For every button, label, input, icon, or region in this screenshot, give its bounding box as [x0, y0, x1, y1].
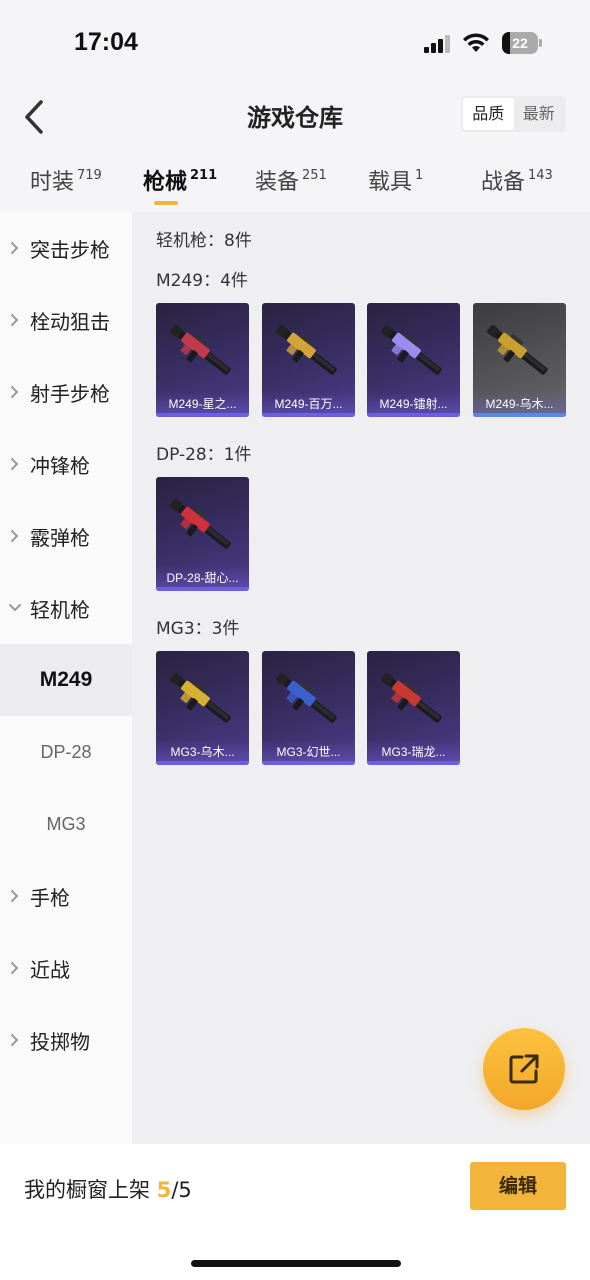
sidebar-category-label: 突击步枪: [30, 237, 110, 262]
status-time: 17:04: [74, 28, 138, 56]
sidebar-category[interactable]: 霰弹枪: [0, 500, 132, 572]
category-tabs: 时装 719 枪械 211 装备 251 载具 1 战备 143: [0, 156, 590, 212]
tab-count: 1: [415, 167, 424, 183]
battery-level: 22: [512, 35, 528, 51]
chevron-right-icon: [0, 1033, 30, 1047]
sidebar-category[interactable]: 投掷物: [0, 1004, 132, 1076]
group-title: MG3：3件: [156, 619, 240, 639]
chevron-down-icon: [0, 603, 30, 613]
showcase-current-count: 5: [156, 1178, 172, 1202]
group-title: M249：4件: [156, 271, 248, 291]
weapon-card[interactable]: DP-28-甜心...: [156, 477, 249, 591]
status-bar: 17:04 22: [0, 0, 590, 88]
cellular-signal-icon: [424, 35, 450, 53]
weapon-card[interactable]: M249-星之...: [156, 303, 249, 417]
chevron-right-icon: [0, 529, 30, 543]
wifi-icon: [463, 33, 489, 52]
tab-weapons[interactable]: 枪械 211: [143, 164, 217, 196]
chevron-right-icon: [0, 241, 30, 255]
sidebar-category[interactable]: 冲锋枪: [0, 428, 132, 500]
sidebar: 突击步枪栓动狙击射手步枪冲锋枪霰弹枪轻机枪 M249 DP-28 MG3 手枪近战投掷物: [0, 212, 132, 1144]
weapon-image: [380, 672, 442, 723]
sidebar-subitem[interactable]: MG3: [0, 788, 132, 860]
weapon-image: [169, 324, 231, 375]
weapon-grid: 轻机枪：8件 M249：4件 M249-星之... M249-百万... M249-镭…: [132, 212, 590, 1144]
sidebar-category[interactable]: 突击步枪: [0, 212, 132, 284]
group-title: DP-28：1件: [156, 445, 252, 465]
sidebar-category-label: 投掷物: [30, 1029, 90, 1054]
category-summary: 轻机枪：8件: [156, 231, 252, 251]
sidebar-category-label: 栓动狙击: [30, 309, 110, 334]
sidebar-category-label: 冲锋枪: [30, 453, 90, 478]
weapon-image: [380, 324, 442, 375]
chevron-right-icon: [0, 457, 30, 471]
sort-option-quality[interactable]: 品质: [463, 98, 514, 130]
weapon-name: MG3-瑞龙...: [381, 745, 446, 759]
weapon-name: M249-乌木...: [485, 397, 554, 411]
sidebar-category[interactable]: 近战: [0, 932, 132, 1004]
sidebar-subitem[interactable]: DP-28: [0, 716, 132, 788]
sort-toggle: 品质 最新: [461, 96, 566, 132]
tab-count: 251: [302, 167, 327, 183]
weapon-card[interactable]: MG3-瑞龙...: [367, 651, 460, 765]
sidebar-category[interactable]: 手枪: [0, 860, 132, 932]
sort-option-newest[interactable]: 最新: [514, 98, 565, 130]
weapon-name: M249-星之...: [168, 397, 237, 411]
sidebar-subitem[interactable]: M249: [0, 644, 132, 716]
weapon-card[interactable]: M249-百万...: [262, 303, 355, 417]
weapon-image: [275, 672, 337, 723]
tab-vehicles[interactable]: 载具 1: [368, 164, 423, 196]
sidebar-category-label: 近战: [30, 957, 70, 982]
sidebar-category-label: 手枪: [30, 885, 70, 910]
weapon-card[interactable]: M249-镭射...: [367, 303, 460, 417]
weapon-name: M249-百万...: [274, 397, 343, 411]
weapon-name: M249-镭射...: [379, 397, 448, 411]
sidebar-category[interactable]: 轻机枪: [0, 572, 132, 644]
sidebar-category-label: 轻机枪: [30, 597, 90, 622]
share-button[interactable]: [483, 1028, 565, 1110]
chevron-right-icon: [0, 313, 30, 327]
sidebar-category[interactable]: 射手步枪: [0, 356, 132, 428]
battery-icon: 22: [502, 32, 542, 54]
weapon-image: [486, 324, 548, 375]
weapon-name: MG3-幻世...: [276, 745, 341, 759]
weapon-card[interactable]: MG3-乌木...: [156, 651, 249, 765]
home-indicator: [191, 1260, 401, 1267]
chevron-right-icon: [0, 961, 30, 975]
sidebar-category-label: 射手步枪: [30, 381, 110, 406]
bottom-bar: 我的橱窗上架 5/5 编辑: [0, 1144, 590, 1280]
nav-bar: 游戏仓库 品质 最新: [0, 88, 590, 148]
tab-fashion[interactable]: 时装 719: [30, 164, 102, 196]
weapon-name: DP-28-甜心...: [166, 571, 239, 585]
showcase-status: 我的橱窗上架 5/5: [24, 1178, 192, 1202]
tab-equipment[interactable]: 装备 251: [255, 164, 327, 196]
weapon-card[interactable]: MG3-幻世...: [262, 651, 355, 765]
weapon-card[interactable]: M249-乌木...: [473, 303, 566, 417]
active-tab-indicator: [154, 201, 178, 205]
weapon-image: [275, 324, 337, 375]
edit-button[interactable]: 编辑: [470, 1162, 566, 1210]
tab-count: 719: [77, 167, 102, 183]
weapon-image: [169, 498, 231, 549]
tab-count: 211: [190, 167, 218, 183]
tab-supplies[interactable]: 战备 143: [481, 164, 553, 196]
weapon-image: [169, 672, 231, 723]
chevron-right-icon: [0, 385, 30, 399]
share-external-icon: [509, 1054, 539, 1084]
chevron-right-icon: [0, 889, 30, 903]
weapon-name: MG3-乌木...: [170, 745, 235, 759]
sidebar-category[interactable]: 栓动狙击: [0, 284, 132, 356]
tab-count: 143: [528, 167, 553, 183]
sidebar-category-label: 霰弹枪: [30, 525, 90, 550]
